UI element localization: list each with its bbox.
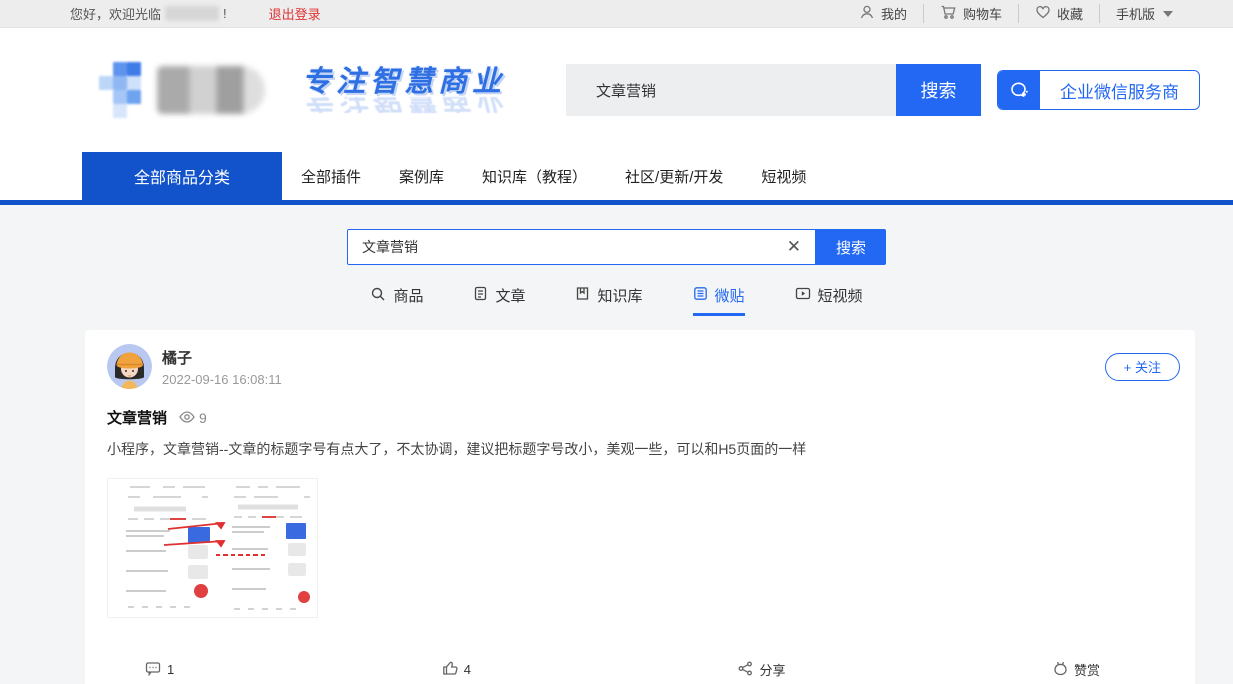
result-search-input[interactable] xyxy=(348,239,773,255)
wecom-chat-icon xyxy=(998,71,1040,109)
tab-articles[interactable]: 文章 xyxy=(473,285,525,316)
post-body: 小程序，文章营销--文章的标题字号有点大了，不太协调，建议把标题字号改小，美观一… xyxy=(107,438,1180,460)
result-search-button[interactable]: 搜索 xyxy=(816,229,886,265)
result-search-row: ✕ 搜索 xyxy=(0,229,1233,265)
comment-button[interactable]: 1 xyxy=(145,660,174,679)
site-logo[interactable] xyxy=(95,57,270,123)
post-author[interactable]: 橘子 xyxy=(162,347,282,368)
mobile-version-menu[interactable]: 手机版 xyxy=(1099,4,1173,23)
logo-pixelated-mark xyxy=(95,60,155,120)
tab-knowledge[interactable]: 知识库 xyxy=(575,285,642,316)
eye-icon xyxy=(179,410,195,426)
result-tabs: 商品 文章 知识库 微贴 xyxy=(0,285,1233,316)
wecom-service-badge[interactable]: 企业微信服务商 xyxy=(997,70,1200,110)
post-action-bar: 1 4 分享 xyxy=(107,660,1180,684)
post-title[interactable]: 文章营销 xyxy=(107,407,167,428)
video-icon xyxy=(795,286,811,305)
nav-all-categories[interactable]: 全部商品分类 xyxy=(82,152,282,200)
slogan-reflection: 专注智慧商业 xyxy=(302,97,506,113)
search-icon xyxy=(370,286,386,306)
content-area: ✕ 搜索 商品 文章 知识库 xyxy=(0,205,1233,684)
reward-button[interactable]: 赞赏 xyxy=(1053,660,1100,679)
view-counter: 9 xyxy=(179,410,207,426)
tab-products[interactable]: 商品 xyxy=(370,285,423,316)
slogan: 专注智慧商业 专注智慧商业 xyxy=(302,68,506,113)
like-button[interactable]: 4 xyxy=(442,660,471,679)
avatar[interactable] xyxy=(107,344,152,389)
heart-icon xyxy=(1035,4,1051,23)
welcome-message: 您好，欢迎光临 ! xyxy=(70,4,227,23)
reward-pouch-icon xyxy=(1053,660,1068,679)
tab-microposts[interactable]: 微贴 xyxy=(693,285,745,316)
favorites-link[interactable]: 收藏 xyxy=(1018,4,1099,23)
thumbs-up-icon xyxy=(442,660,458,679)
logo-blurred-text xyxy=(157,66,265,114)
user-icon xyxy=(859,4,875,23)
post-image-thumbnail[interactable] xyxy=(107,478,318,618)
header-search: 搜索 xyxy=(566,64,981,116)
chevron-down-icon xyxy=(1163,11,1173,17)
header-search-button[interactable]: 搜索 xyxy=(896,64,981,116)
my-account-link[interactable]: 我的 xyxy=(843,4,923,23)
share-icon xyxy=(738,661,753,679)
share-button[interactable]: 分享 xyxy=(738,660,785,679)
welcome-text: 您好，欢迎光临 xyxy=(70,4,161,23)
logout-link[interactable]: 退出登录 xyxy=(269,4,321,23)
nav-knowledge[interactable]: 知识库（教程） xyxy=(463,152,606,200)
nav-cases[interactable]: 案例库 xyxy=(380,152,463,200)
book-icon xyxy=(575,286,590,305)
article-icon xyxy=(473,286,488,305)
blurred-username xyxy=(165,6,219,21)
main-nav: 全部商品分类 全部插件 案例库 知识库（教程） 社区/更新/开发 短视频 xyxy=(0,152,1233,200)
comment-icon xyxy=(145,661,161,679)
nav-short-video[interactable]: 短视频 xyxy=(742,152,825,200)
nav-community[interactable]: 社区/更新/开发 xyxy=(606,152,742,200)
post-timestamp: 2022-09-16 16:08:11 xyxy=(162,372,282,387)
topbar: 您好，欢迎光临 ! 退出登录 我的 购物车 收藏 xyxy=(0,0,1233,28)
cart-link[interactable]: 购物车 xyxy=(923,4,1018,23)
welcome-suffix: ! xyxy=(223,6,227,21)
nav-plugins[interactable]: 全部插件 xyxy=(282,152,380,200)
list-icon xyxy=(693,286,708,305)
tab-short-video[interactable]: 短视频 xyxy=(795,285,863,316)
site-header: 专注智慧商业 专注智慧商业 搜索 企业微信服务商 xyxy=(0,28,1233,152)
cart-icon xyxy=(940,4,957,23)
clear-search-icon[interactable]: ✕ xyxy=(773,237,815,257)
post-card: 橘子 2022-09-16 16:08:11 + 关注 文章营销 9 小程序，文… xyxy=(85,330,1195,684)
follow-button[interactable]: + 关注 xyxy=(1105,353,1180,381)
header-search-input[interactable] xyxy=(566,64,896,116)
